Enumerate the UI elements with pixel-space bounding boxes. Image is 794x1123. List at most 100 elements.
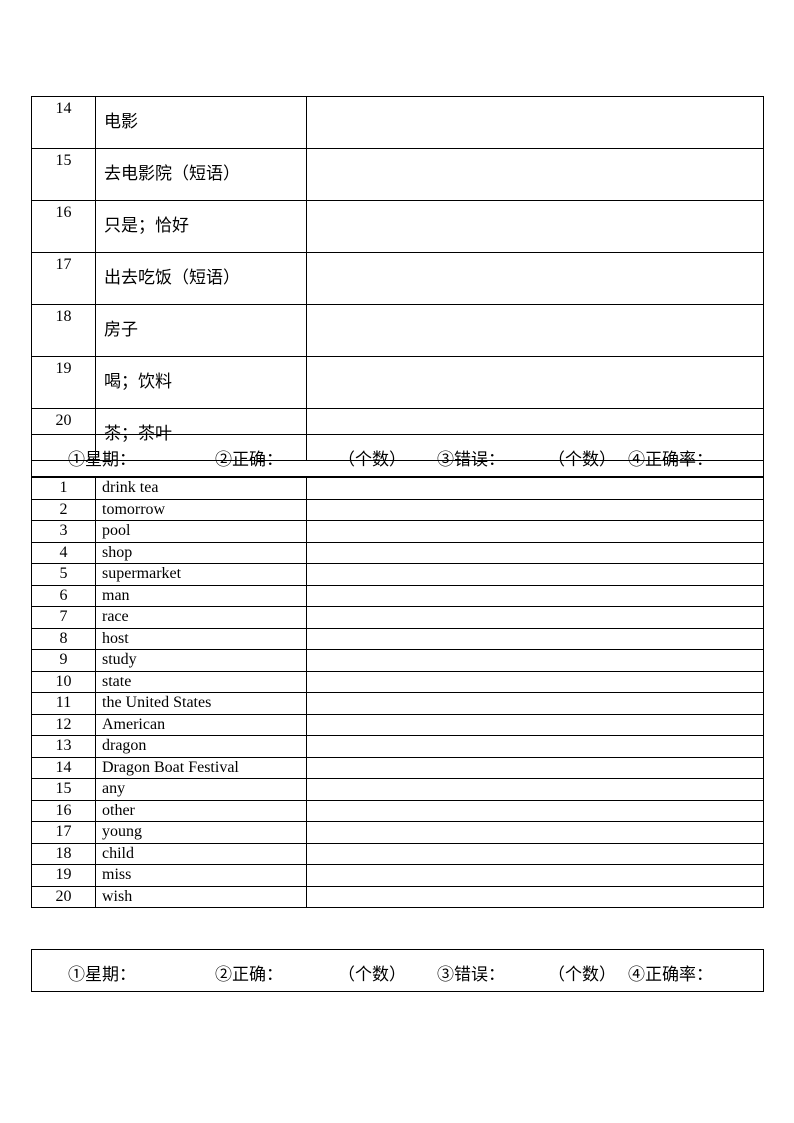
vocab-word: child <box>95 842 307 865</box>
weekday-label: ①星期： <box>68 450 136 469</box>
row-number: 8 <box>31 627 96 650</box>
answer-cell[interactable] <box>306 584 764 607</box>
wrong-label: ③错误： <box>437 450 505 469</box>
table-row: 14 电影 <box>31 96 764 149</box>
vocab-word: 去电影院（短语） <box>95 148 307 201</box>
row-number: 19 <box>31 356 96 409</box>
row-number: 7 <box>31 606 96 629</box>
table-row: 15 去电影院（短语） <box>31 148 764 201</box>
vocab-word: Dragon Boat Festival <box>95 756 307 779</box>
answer-cell[interactable] <box>306 356 764 409</box>
correct-label: ②正确： <box>215 450 283 469</box>
row-number: 14 <box>31 96 96 149</box>
vocab-word: any <box>95 778 307 801</box>
vocab-word: shop <box>95 541 307 564</box>
table-row: 16 只是；恰好 <box>31 200 764 253</box>
wrong-count-label: （个数） <box>548 965 616 984</box>
correct-count-label: （个数） <box>338 450 406 469</box>
table-row: 1 drink tea <box>31 477 764 500</box>
row-number: 17 <box>31 821 96 844</box>
table-row: 19 喝；饮料 <box>31 356 764 409</box>
answer-cell[interactable] <box>306 713 764 736</box>
answer-cell[interactable] <box>306 520 764 543</box>
row-number: 4 <box>31 541 96 564</box>
row-number: 3 <box>31 520 96 543</box>
answer-cell[interactable] <box>306 842 764 865</box>
answer-cell[interactable] <box>306 563 764 586</box>
vocab-word: study <box>95 649 307 672</box>
table-row: 3 pool <box>31 520 764 543</box>
table-row: 15 any <box>31 778 764 801</box>
row-number: 15 <box>31 148 96 201</box>
answer-cell[interactable] <box>306 649 764 672</box>
table-row: 7 race <box>31 606 764 629</box>
vocab-word: miss <box>95 864 307 887</box>
answer-cell[interactable] <box>306 692 764 715</box>
answer-cell[interactable] <box>306 96 764 149</box>
vocab-word: young <box>95 821 307 844</box>
vocab-word: American <box>95 713 307 736</box>
answer-cell[interactable] <box>306 735 764 758</box>
answer-cell[interactable] <box>306 756 764 779</box>
table-row: 8 host <box>31 627 764 650</box>
row-number: 19 <box>31 864 96 887</box>
row-number: 6 <box>31 584 96 607</box>
answer-cell[interactable] <box>306 252 764 305</box>
table-row: 6 man <box>31 584 764 607</box>
wrong-count-label: （个数） <box>548 450 616 469</box>
vocab-word: 电影 <box>95 96 307 149</box>
row-number: 14 <box>31 756 96 779</box>
answer-cell[interactable] <box>306 821 764 844</box>
answer-cell[interactable] <box>306 477 764 500</box>
score-header-1: ①星期： ②正确： （个数） ③错误： （个数） ④正确率： <box>31 434 764 477</box>
table-row: 9 study <box>31 649 764 672</box>
chinese-vocab-table: 14 电影 15 去电影院（短语） 16 只是；恰好 17 出去吃饭（短语） 18 房子 19 喝；饮… <box>31 96 764 461</box>
row-number: 18 <box>31 842 96 865</box>
score-header-2: ①星期： ②正确： （个数） ③错误： （个数） ④正确率： <box>31 949 764 992</box>
row-number: 16 <box>31 799 96 822</box>
row-number: 13 <box>31 735 96 758</box>
vocab-word: wish <box>95 885 307 908</box>
row-number: 16 <box>31 200 96 253</box>
row-number: 9 <box>31 649 96 672</box>
table-row: 17 出去吃饭（短语） <box>31 252 764 305</box>
row-number: 12 <box>31 713 96 736</box>
answer-cell[interactable] <box>306 200 764 253</box>
vocab-word: tomorrow <box>95 498 307 521</box>
answer-cell[interactable] <box>306 627 764 650</box>
row-number: 18 <box>31 304 96 357</box>
vocab-word: 只是；恰好 <box>95 200 307 253</box>
vocab-word: the United States <box>95 692 307 715</box>
table-row: 12 American <box>31 713 764 736</box>
table-row: 11 the United States <box>31 692 764 715</box>
row-number: 11 <box>31 692 96 715</box>
answer-cell[interactable] <box>306 885 764 908</box>
answer-cell[interactable] <box>306 498 764 521</box>
vocab-word: drink tea <box>95 477 307 500</box>
answer-cell[interactable] <box>306 541 764 564</box>
accuracy-label: ④正确率： <box>628 965 713 984</box>
english-vocab-table: 1 drink tea 2 tomorrow 3 pool 4 shop 5 supermarke… <box>31 477 764 908</box>
answer-cell[interactable] <box>306 148 764 201</box>
table-row: 18 child <box>31 842 764 865</box>
vocab-word: man <box>95 584 307 607</box>
row-number: 15 <box>31 778 96 801</box>
row-number: 10 <box>31 670 96 693</box>
vocab-word: pool <box>95 520 307 543</box>
answer-cell[interactable] <box>306 778 764 801</box>
table-row: 20 wish <box>31 885 764 908</box>
answer-cell[interactable] <box>306 304 764 357</box>
wrong-label: ③错误： <box>437 965 505 984</box>
vocab-word: race <box>95 606 307 629</box>
answer-cell[interactable] <box>306 606 764 629</box>
weekday-label: ①星期： <box>68 965 136 984</box>
table-row: 18 房子 <box>31 304 764 357</box>
table-row: 19 miss <box>31 864 764 887</box>
answer-cell[interactable] <box>306 799 764 822</box>
table-row: 14 Dragon Boat Festival <box>31 756 764 779</box>
answer-cell[interactable] <box>306 864 764 887</box>
table-row: 10 state <box>31 670 764 693</box>
vocab-word: host <box>95 627 307 650</box>
row-number: 17 <box>31 252 96 305</box>
answer-cell[interactable] <box>306 670 764 693</box>
